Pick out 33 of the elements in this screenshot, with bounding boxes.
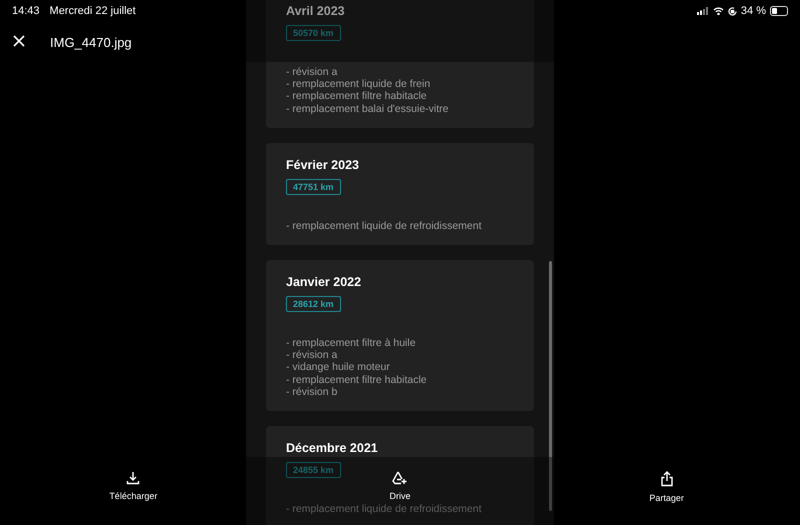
service-item: - remplacement liquide de frein [286,78,432,90]
service-item: - remplacement filtre à huile [286,337,417,350]
service-item: - remplacement filtre habitacle [286,90,428,103]
entry-title: Janvier 2022 [286,274,362,290]
scrollbar[interactable] [549,261,552,511]
file-name: IMG_4470.jpg [50,34,132,50]
service-item: - révision a [286,66,338,78]
entry-title: Décembre 2021 [286,440,378,456]
signal-icon [696,7,709,15]
download-button[interactable]: Télécharger [0,457,267,525]
download-icon [126,471,140,485]
battery-icon [770,6,788,16]
share-icon [660,471,674,487]
wifi-icon [712,7,724,15]
service-item: - révision b [286,386,338,398]
mileage-badge: 47751 km [286,178,341,195]
service-item: - révision a [286,349,338,362]
service-item: - vidange huile moteur [286,361,391,374]
mileage-badge: 24855 km [286,462,341,478]
entry-title: Février 2023 [286,156,359,173]
battery-percentage: 34 % [740,5,766,17]
service-item: - remplacement balai d'essuie-vitre [286,102,448,115]
service-item: - remplacement liquide de refroidissement [286,220,482,232]
drive-add-icon [392,471,408,485]
entry-title: Avril 2023 [286,3,345,19]
status-date: Mercredi 22 juillet [50,5,136,17]
status-time: 14:43 [12,5,40,17]
service-item: - remplacement filtre habitacle [286,374,427,386]
share-button[interactable]: Partager [533,457,800,525]
orientation-lock-icon [728,6,737,16]
service-item: - remplacement liquide de refroidissement [286,503,482,516]
mileage-badge: 50570 km [286,25,341,41]
mileage-badge: 28612 km [286,296,341,312]
